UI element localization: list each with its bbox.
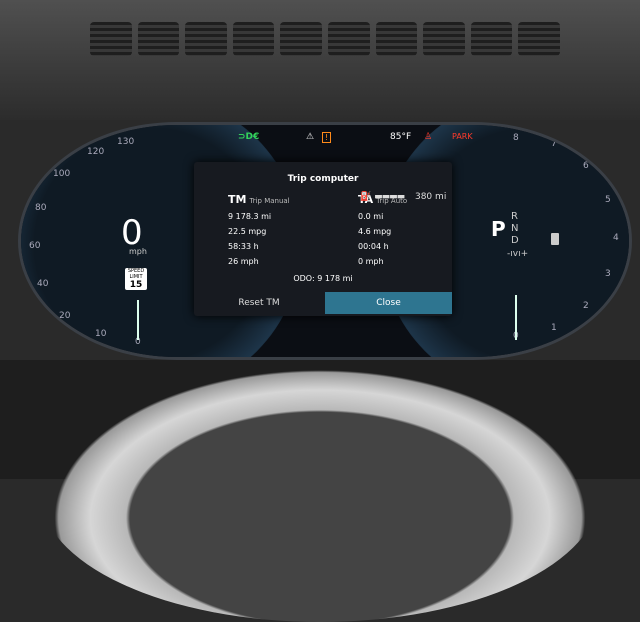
trip-manual-economy: 22.5 [228, 227, 246, 236]
distance-unit: mi [261, 212, 272, 221]
rpm-tick: 3 [605, 269, 611, 279]
speed-limit-sign: SPEED LIMIT 15 [125, 268, 147, 290]
rpm-tick: 5 [605, 195, 611, 205]
rpm-tick: 8 [513, 133, 519, 143]
speed-tick: 10 [95, 329, 107, 339]
speed-unit: mph [365, 257, 384, 266]
speed-tick: 120 [87, 147, 105, 157]
trip-auto-time: 00:04 [358, 242, 382, 251]
park-indicator: PARK [452, 132, 473, 141]
dashboard-top [0, 0, 640, 120]
seatbelt-warning-icon: ♙ [424, 132, 433, 142]
range-unit: mi [435, 192, 447, 202]
odometer-unit: mi [342, 274, 353, 283]
economy-unit: mpg [248, 227, 267, 236]
speed-tick: 100 [53, 169, 71, 179]
speed-tick: 80 [35, 203, 47, 213]
rpm-tick: 4 [613, 233, 619, 243]
trip-manual-distance: 9 178.3 [228, 212, 259, 221]
odometer-value: 9 178 [317, 274, 341, 283]
drive-mode: -ıvı+ [507, 249, 529, 259]
trip-auto-distance: 0.0 [358, 212, 371, 221]
trip-auto-speed: 0 [358, 257, 364, 266]
speed-unit: mph [240, 257, 259, 266]
rpm-tick: 7 [551, 139, 557, 149]
gear-n: N [511, 223, 519, 234]
rpm-tick: 2 [583, 301, 589, 311]
distance-unit: mi [373, 212, 384, 221]
odometer-label: ODO: [293, 274, 315, 283]
gear-d: D [511, 235, 519, 246]
speed-tick: 20 [59, 311, 71, 321]
rpm-tick: 1 [551, 323, 557, 333]
trip-manual-time: 58:33 [228, 242, 252, 251]
speed-tick: 130 [117, 137, 135, 147]
trip-computer-popup: Trip computer TM Trip Manual 9 178.3 mi 2… [194, 162, 452, 316]
gear-r: R [511, 211, 518, 222]
headlight-icon: ⊃D€ [238, 132, 260, 142]
gear-selector: R N D [511, 211, 519, 247]
time-unit: h [383, 242, 389, 251]
trip-manual-column: TM Trip Manual 9 178.3 mi 22.5 mpg 58:33 … [228, 192, 290, 269]
air-vents [90, 22, 560, 56]
reset-tm-button[interactable]: Reset TM [194, 292, 324, 314]
gear-indicator: P [491, 217, 506, 241]
speed-limit-title: SPEED LIMIT [127, 268, 145, 280]
trip-auto-economy: 4.6 [358, 227, 371, 236]
speed-unit: mph [129, 247, 147, 256]
odometer: ODO: 9 178 mi [194, 274, 452, 283]
economy-unit: mpg [373, 227, 392, 236]
speed-tick: 60 [29, 241, 41, 251]
trip-manual-speed: 26 [228, 257, 239, 266]
speed-needle [137, 300, 139, 340]
steering-wheel [40, 362, 600, 622]
range-value: 380 [414, 192, 433, 202]
status-bar: ⊃D€ ⚠ ! 85°F ♙ PARK [230, 132, 473, 148]
warning-triangle-icon: ⚠ [306, 132, 315, 142]
trip-auto-column: TA Trip Auto 0.0 mi 4.6 mpg 00:04 h 0 mph [358, 192, 407, 269]
popup-actions: Reset TM Close [194, 292, 452, 316]
speed-tick: 40 [37, 279, 49, 289]
time-unit: h [253, 242, 259, 251]
battery-icon [551, 233, 559, 245]
speed-limit-value: 15 [129, 280, 143, 290]
fuel-pump-icon: ⛽ [360, 192, 372, 202]
engine-alert-icon: ! [322, 132, 332, 143]
close-button[interactable]: Close [325, 292, 452, 314]
popup-title: Trip computer [287, 174, 359, 184]
outside-temperature: 85°F [390, 132, 412, 142]
trip-manual-name: Trip Manual [249, 197, 290, 205]
fuel-level-bar: ▬▬▬▬ [374, 192, 405, 202]
trip-manual-code: TM [228, 193, 247, 206]
rpm-tick: 6 [583, 161, 589, 171]
fuel-range: ⛽ ▬▬▬▬ 380 mi [360, 192, 446, 202]
rpm-needle [515, 295, 517, 340]
